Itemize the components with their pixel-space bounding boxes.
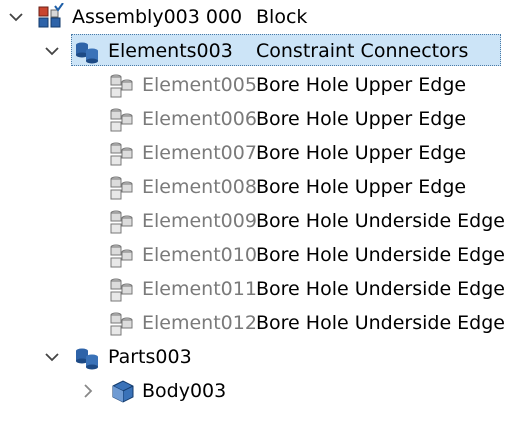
element-desc: Bore Hole Upper Edge <box>256 142 467 164</box>
chevron-down-icon[interactable] <box>44 349 60 365</box>
tree-row-element[interactable]: Element010 Bore Hole Underside Edge <box>0 238 518 272</box>
element-label[interactable]: Element010 <box>142 242 257 268</box>
tree-row-element[interactable]: Element006 Bore Hole Upper Edge <box>0 102 518 136</box>
tree-row-element[interactable]: Element008 Bore Hole Upper Edge <box>0 170 518 204</box>
body-icon <box>112 380 134 403</box>
tree-row-parts[interactable]: Parts003 <box>0 340 518 374</box>
element-label[interactable]: Element011 <box>142 276 257 302</box>
tree-row-body[interactable]: Body003 <box>0 374 518 408</box>
tree-row-element[interactable]: Element012 Bore Hole Underside Edge <box>0 306 518 340</box>
element-label[interactable]: Element006 <box>142 106 257 132</box>
tree-row-element[interactable]: Element005 Bore Hole Upper Edge <box>0 68 518 102</box>
assembly-icon <box>38 3 64 28</box>
element-icon <box>110 210 133 234</box>
element-desc: Bore Hole Underside Edge <box>256 312 505 334</box>
element-label[interactable]: Element007 <box>142 140 257 166</box>
element-icon <box>110 108 133 132</box>
parts-label[interactable]: Parts003 <box>108 344 192 370</box>
elements-label[interactable]: Elements003 <box>108 38 233 64</box>
element-icon <box>110 244 133 268</box>
tree-row-assembly[interactable]: Assembly003 000 Block <box>0 0 518 34</box>
elements-desc: Constraint Connectors <box>256 40 469 62</box>
element-desc: Bore Hole Upper Edge <box>256 108 467 130</box>
element-desc: Bore Hole Upper Edge <box>256 74 467 96</box>
body-label[interactable]: Body003 <box>142 378 226 404</box>
element-icon <box>110 312 133 336</box>
tree-row-element[interactable]: Element011 Bore Hole Underside Edge <box>0 272 518 306</box>
assembly-desc: Block <box>256 6 308 28</box>
element-icon <box>110 278 133 302</box>
element-label[interactable]: Element012 <box>142 310 257 336</box>
element-desc: Bore Hole Underside Edge <box>256 278 505 300</box>
chevron-right-icon[interactable] <box>80 383 96 399</box>
element-desc: Bore Hole Underside Edge <box>256 210 505 232</box>
assembly-label[interactable]: Assembly003 000 <box>72 4 242 30</box>
tree-row-element[interactable]: Element007 Bore Hole Upper Edge <box>0 136 518 170</box>
element-label[interactable]: Element009 <box>142 208 257 234</box>
tree-row-element[interactable]: Element009 Bore Hole Underside Edge <box>0 204 518 238</box>
chevron-down-icon[interactable] <box>8 9 24 25</box>
element-icon <box>110 74 133 98</box>
element-desc: Bore Hole Upper Edge <box>256 176 467 198</box>
parts-group-icon <box>76 348 98 370</box>
chevron-down-icon[interactable] <box>44 43 60 59</box>
element-label[interactable]: Element005 <box>142 72 257 98</box>
element-label[interactable]: Element008 <box>142 174 257 200</box>
elements-group-icon <box>76 42 98 64</box>
element-desc: Bore Hole Underside Edge <box>256 244 505 266</box>
element-icon <box>110 142 133 166</box>
tree-row-elements[interactable]: Elements003 Constraint Connectors <box>0 34 518 68</box>
element-icon <box>110 176 133 200</box>
